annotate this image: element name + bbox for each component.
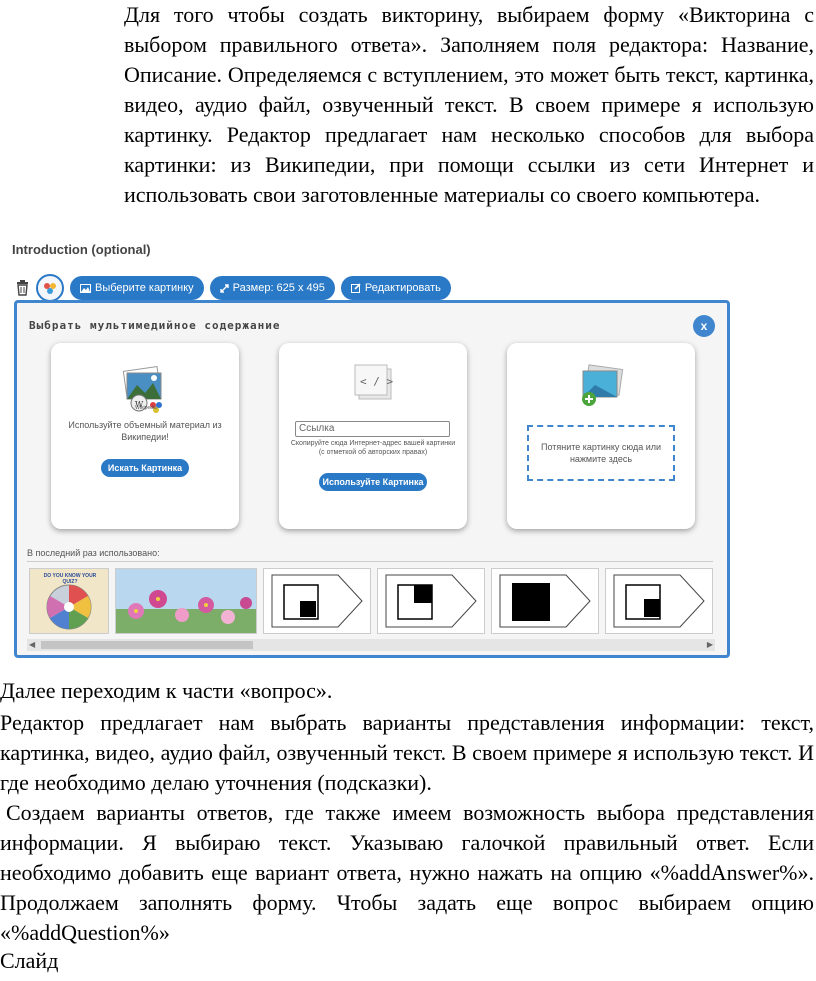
recent-thumbnail[interactable] [377,568,485,634]
arrow-shape-image [385,574,477,628]
url-input[interactable]: Ссылка [295,421,450,437]
scroll-left-icon[interactable]: ◀ [29,640,35,649]
recent-thumbnail[interactable]: DO YOU KNOW YOUR QUIZ? [29,568,109,634]
media-toolbar: Выберите картинку Размер: 625 x 495 Реда… [14,274,451,302]
upload-card: Потяните картинку сюда или нажмите здесь [507,343,695,529]
arrow-shape-image [613,574,705,628]
url-hint: Скопируйте сюда Интернет-адрес вашей кар… [290,440,456,456]
edit-icon [350,283,361,293]
size-button[interactable]: Размер: 625 x 495 [209,276,335,300]
search-image-button[interactable]: Искать Картинка [101,459,189,477]
arrow-shape-image [271,574,363,628]
introduction-label: Introduction (optional) [12,242,151,257]
editor-screenshot: Introduction (optional) Выберите картинк… [0,236,738,661]
wikipedia-card: W Wikipedia Используйте объемный материа… [51,343,239,529]
recent-thumbnails: DO YOU KNOW YOUR QUIZ? [29,568,717,636]
upload-photos-icon [582,364,624,406]
thumbnail-caption: DO YOU KNOW YOUR QUIZ? [43,573,97,585]
scroll-right-icon[interactable]: ▶ [707,640,713,649]
flowers-image [116,590,256,633]
recent-thumbnail[interactable] [491,568,599,634]
wikipedia-text: Используйте объемный материал из Википед… [68,420,222,442]
close-button[interactable]: x [693,315,715,337]
edit-button[interactable]: Редактировать [340,276,451,300]
size-label: Размер: 625 x 495 [232,282,325,294]
recent-thumbnail[interactable] [605,568,713,634]
code-document-icon: < / > [354,364,393,400]
use-image-button[interactable]: Используйте Картинка [319,473,427,491]
drop-zone[interactable]: Потяните картинку сюда или нажмите здесь [527,425,675,481]
resize-icon [219,283,229,293]
edit-label: Редактировать [364,282,441,294]
intro-paragraph: Для того чтобы создать викторину, выбира… [124,2,814,207]
recent-thumbnail[interactable] [115,568,257,634]
trash-icon[interactable] [14,279,30,297]
image-icon [80,283,91,293]
arrow-shape-image [499,574,591,628]
answers-paragraph: Создаем варианты ответов, где также имее… [0,800,814,945]
choose-image-label: Выберите картинку [95,282,194,294]
recent-thumbnail[interactable] [263,568,371,634]
recent-label: В последний раз использовано: [27,548,160,558]
recent-divider [27,561,713,562]
question-paragraph: Редактор предлагает нам выбрать варианты… [0,710,814,795]
slide-heading: Слайд [0,948,59,973]
url-card: < / > Ссылка Скопируйте сюда Интернет-ад… [279,343,467,529]
horizontal-scrollbar[interactable]: ◀ ▶ [27,639,715,651]
choose-image-button[interactable]: Выберите картинку [70,276,204,300]
question-intro-paragraph: Далее переходим к части «вопрос». [0,678,333,703]
media-type-icon[interactable] [36,274,64,302]
code-icon-glyph: < / > [360,375,393,388]
modal-title: Выбрать мультимедийное содержание [29,319,281,332]
wikipedia-logo-label: Wikipedia [135,405,157,411]
media-modal: Выбрать мультимедийное содержание x W Wi… [14,300,730,658]
scrollbar-thumb[interactable] [41,641,253,649]
